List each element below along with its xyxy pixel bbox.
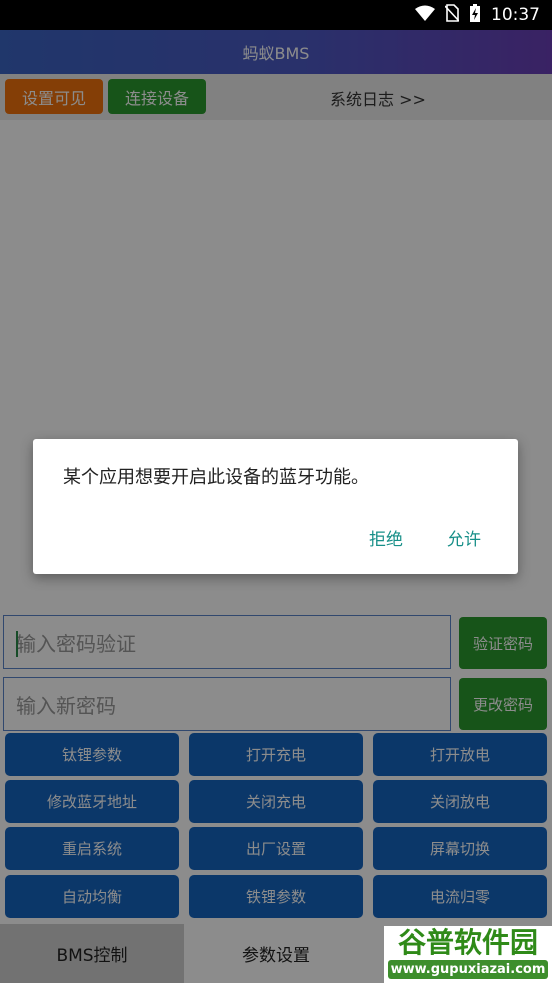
battery-charging-icon xyxy=(469,3,481,28)
status-time: 10:37 xyxy=(491,5,540,25)
deny-button[interactable]: 拒绝 xyxy=(369,525,403,550)
watermark-logo: 谷普软件园 www.gupuxiazai.com xyxy=(384,926,552,983)
no-sim-icon xyxy=(444,3,460,27)
status-bar: 10:37 xyxy=(0,0,552,30)
allow-button[interactable]: 允许 xyxy=(447,525,481,550)
watermark-url: www.gupuxiazai.com xyxy=(388,960,548,979)
status-icons: 10:37 xyxy=(415,3,540,28)
dialog-message: 某个应用想要开启此设备的蓝牙功能。 xyxy=(63,467,369,488)
wifi-icon xyxy=(415,5,435,26)
bluetooth-permission-dialog: 某个应用想要开启此设备的蓝牙功能。 拒绝 允许 xyxy=(33,439,518,574)
watermark-brand: 谷普软件园 xyxy=(397,926,538,959)
